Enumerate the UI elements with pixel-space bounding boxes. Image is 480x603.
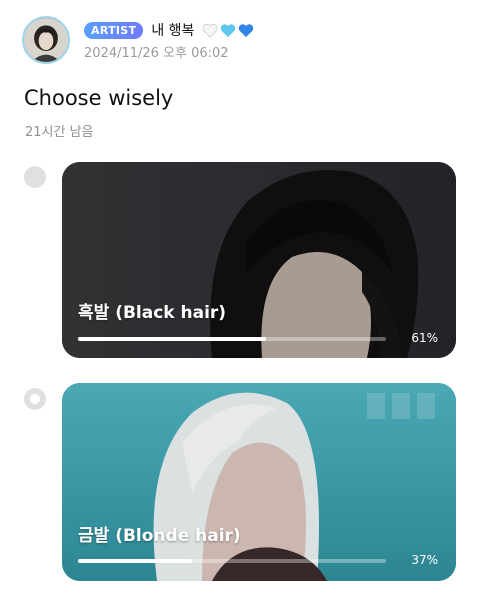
post-timestamp: 2024/11/26 오후 06:02 <box>84 46 229 61</box>
author-name[interactable]: 내 행복 <box>151 20 194 40</box>
avatar[interactable] <box>22 16 70 64</box>
option-percent: 61% <box>411 331 438 345</box>
blonde-hair-photo <box>62 383 456 581</box>
option-radio-black-hair[interactable] <box>24 166 46 188</box>
option-label: 금발 (Blonde hair) <box>78 526 241 546</box>
poll-time-remaining: 21시간 남음 <box>25 125 94 140</box>
option-radio-blonde-hair[interactable] <box>24 388 46 410</box>
poll-option-black-hair[interactable]: 흑발 (Black hair) 61% <box>62 162 456 358</box>
avatar-portrait <box>24 18 68 62</box>
option-progress-fill <box>78 559 192 563</box>
light-blue-heart-icon <box>220 23 236 38</box>
artist-badge: ARTIST <box>84 21 144 39</box>
option-percent: 37% <box>411 553 438 567</box>
post-page: ARTIST 내 행복 2024/11/26 오후 06:02 Choose w… <box>0 0 480 603</box>
white-heart-icon <box>202 23 218 38</box>
option-progress-bar <box>78 337 386 341</box>
option-progress-bar <box>78 559 386 563</box>
author-row: ARTIST 내 행복 <box>84 20 254 40</box>
poll-title: Choose wisely <box>24 86 174 110</box>
option-progress-fill <box>78 337 266 341</box>
blue-heart-icon <box>238 23 254 38</box>
black-hair-photo <box>62 162 456 358</box>
heart-emojis <box>202 23 254 38</box>
option-label: 흑발 (Black hair) <box>78 303 227 323</box>
poll-option-blonde-hair[interactable]: 금발 (Blonde hair) 37% <box>62 383 456 581</box>
